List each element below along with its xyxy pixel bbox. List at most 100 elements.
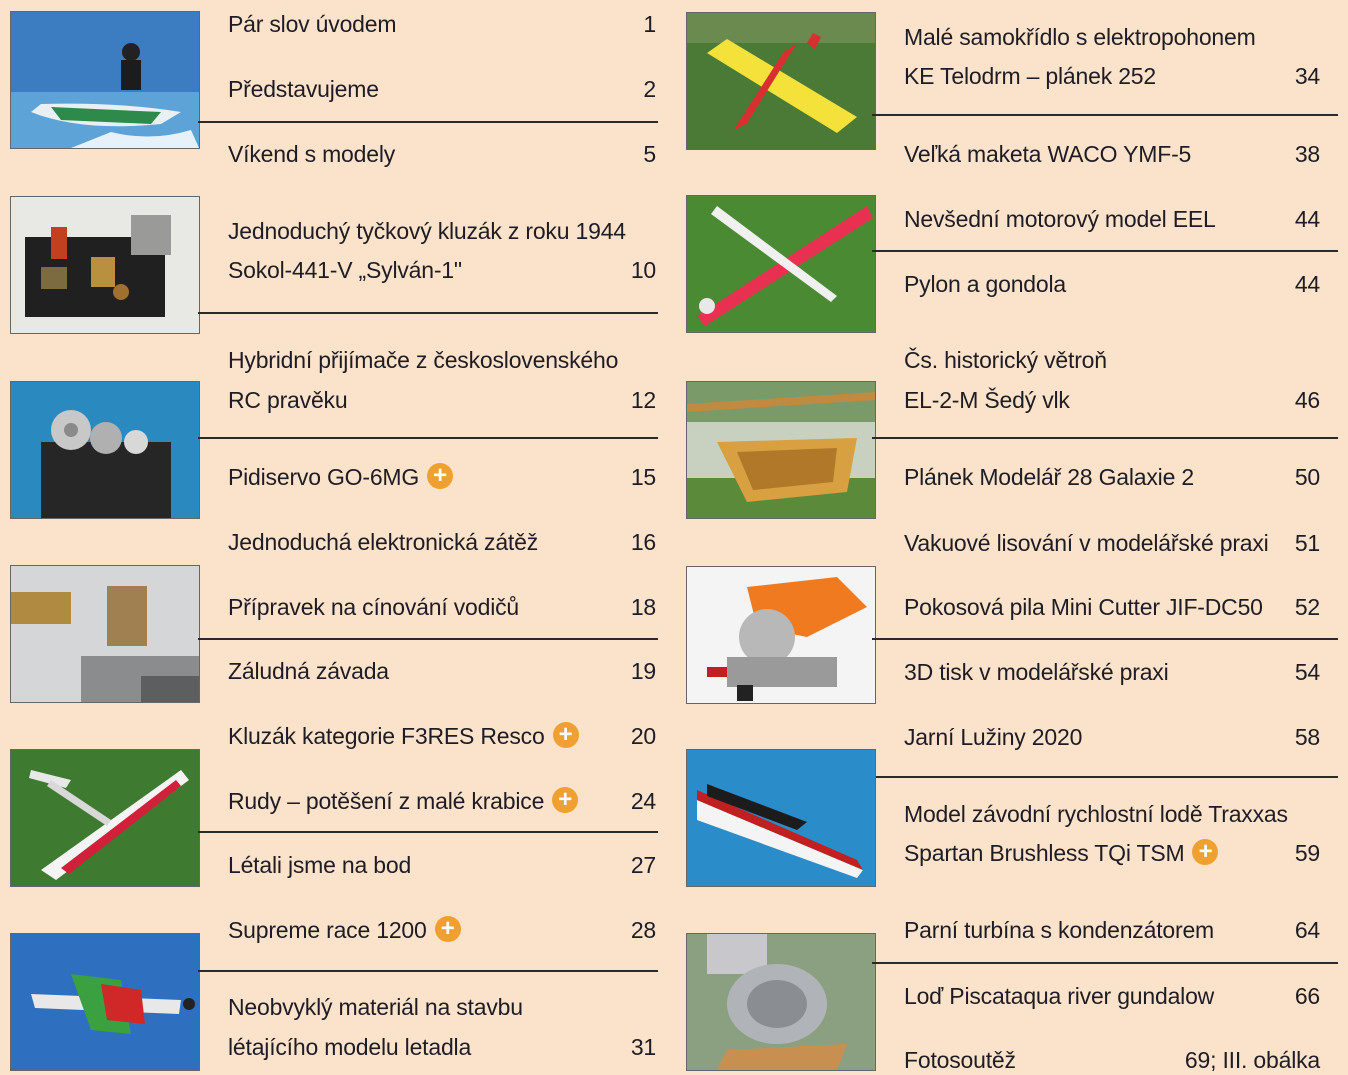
toc-entry[interactable]: Jednoduchá elektronická zátěž 16 <box>228 527 658 557</box>
entry-page: 1 <box>643 11 656 37</box>
toc-entry[interactable]: Jarní Lužiny 2020 58 <box>904 722 1334 752</box>
toc-entry[interactable]: Pár slov úvodem 1 <box>228 9 658 39</box>
entry-title: Fotosoutěž <box>904 1047 1016 1073</box>
entry-page: 28 <box>630 917 656 943</box>
entry-title: Přípravek na cínování vodičů <box>228 594 520 620</box>
entry-page: 38 <box>1294 141 1320 167</box>
toc-entry[interactable]: Přípravek na cínování vodičů 18 <box>228 592 658 622</box>
entry-title: Představujeme <box>228 76 379 102</box>
entry-page: 2 <box>643 76 656 102</box>
toc-entry-continued[interactable]: RC pravěku 12 <box>228 385 658 415</box>
entry-page: 46 <box>1294 387 1320 413</box>
flying-wing-photo <box>686 12 876 150</box>
entry-title: Jednoduchá elektronická zátěž <box>228 529 539 555</box>
toc-entry[interactable]: Veľká maketa WACO YMF-5 38 <box>904 139 1334 169</box>
toc-entry-continued[interactable]: KE Telodrm – plánek 252 34 <box>904 61 1334 91</box>
toc-entry[interactable]: Pokosová pila Mini Cutter JIF-DC50 52 <box>904 592 1334 622</box>
toc-entry[interactable]: 3D tisk v modelářské praxi 54 <box>904 657 1334 687</box>
toc-entry-continued[interactable]: Spartan Brushless TQi TSM + 59 <box>904 838 1334 868</box>
divider <box>198 312 658 314</box>
race-plane-photo <box>10 933 200 1071</box>
plus-icon: + <box>427 463 454 489</box>
entry-page: 19 <box>630 658 656 684</box>
entry-title: Létali jsme na bod <box>228 852 412 878</box>
entry-title: Supreme race 1200 <box>228 917 427 943</box>
toc-entry[interactable]: Model závodní rychlostní lodě Traxxas <box>904 799 1334 829</box>
toc-entry[interactable]: Představujeme 2 <box>228 74 658 104</box>
entry-title: Pylon a gondola <box>904 271 1066 297</box>
toc-entry[interactable]: Hybridní přijímače z československého <box>228 345 658 375</box>
divider <box>872 250 1338 252</box>
entry-page: 20 <box>630 723 656 749</box>
entry-title: Pár slov úvodem <box>228 11 397 37</box>
toc-entry[interactable]: Záludná závada 19 <box>228 656 658 686</box>
entry-title: Plánek Modelář 28 Galaxie 2 <box>904 464 1194 490</box>
entry-page: 44 <box>1294 206 1320 232</box>
servo-photo <box>10 381 200 519</box>
entry-title-line2: KE Telodrm – plánek 252 <box>904 63 1156 89</box>
entry-title-line1: Neobvyklý materiál na stavbu <box>228 994 523 1020</box>
entry-page: 69; III. obálka <box>1184 1047 1320 1073</box>
toc-entry[interactable]: Nevšední motorový model EEL 44 <box>904 204 1334 234</box>
toc-entry[interactable]: Parní turbína s kondenzátorem 64 <box>904 915 1334 945</box>
entry-page: 16 <box>630 529 656 555</box>
receiver-circuit-photo <box>10 196 200 334</box>
toc-entry[interactable]: Jednoduchý tyčkový kluzák z roku 1944 <box>228 216 658 246</box>
entry-title: Veľká maketa WACO YMF-5 <box>904 141 1192 167</box>
entry-title: Víkend s modely <box>228 141 396 167</box>
entry-page: 58 <box>1294 724 1320 750</box>
entry-page: 64 <box>1294 917 1320 943</box>
entry-title-line1: Malé samokřídlo s elektropohonem <box>904 24 1256 50</box>
historic-glider-photo <box>686 381 876 519</box>
toc-entry[interactable]: Loď Piscataqua river gundalow 66 <box>904 981 1334 1011</box>
soldering-jig-photo <box>10 565 200 703</box>
toc-entry[interactable]: Supreme race 1200 + 28 <box>228 915 658 945</box>
table-of-contents: Pár slov úvodem 1 Představujeme 2 Víkend… <box>0 0 1348 1073</box>
divider <box>872 776 1338 778</box>
entry-title: 3D tisk v modelářské praxi <box>904 659 1169 685</box>
entry-page: 34 <box>1294 63 1320 89</box>
toc-entry[interactable]: Pylon a gondola 44 <box>904 269 1334 299</box>
plus-icon: + <box>1192 839 1219 865</box>
entry-page: 24 <box>630 788 656 814</box>
entry-page: 66 <box>1294 983 1320 1009</box>
right-column: Malé samokřídlo s elektropohonem KE Telo… <box>676 0 1348 1073</box>
entry-title: Vakuové lisování v modelářské praxi <box>904 530 1269 556</box>
toc-entry[interactable]: Víkend s modely 5 <box>228 139 658 169</box>
cutter-saw-photo <box>686 566 876 704</box>
toc-entry-continued[interactable]: létajícího modelu letadla 31 <box>228 1032 658 1062</box>
divider <box>198 970 658 972</box>
entry-title-line2: RC pravěku <box>228 387 348 413</box>
entry-page: 27 <box>630 852 656 878</box>
toc-entry-continued[interactable]: EL-2-M Šedý vlk 46 <box>904 385 1334 415</box>
entry-page: 50 <box>1294 464 1320 490</box>
toc-entry-continued[interactable]: Sokol-441-V „Sylván-1" 10 <box>228 255 658 285</box>
entry-page: 52 <box>1294 594 1320 620</box>
toc-entry[interactable]: Neobvyklý materiál na stavbu <box>228 992 658 1022</box>
toc-entry[interactable]: Plánek Modelář 28 Galaxie 2 50 <box>904 462 1334 492</box>
entry-title: Loď Piscataqua river gundalow <box>904 983 1215 1009</box>
toc-entry[interactable]: Vakuové lisování v modelářské praxi 51 <box>904 528 1334 558</box>
divider <box>872 114 1338 116</box>
entry-page: 18 <box>630 594 656 620</box>
entry-title-line1: Jednoduchý tyčkový kluzák z roku 1944 <box>228 218 626 244</box>
entry-title-line2: létajícího modelu letadla <box>228 1034 472 1060</box>
entry-title-line1: Hybridní přijímače z československého <box>228 347 619 373</box>
toc-entry[interactable]: Fotosoutěž 69; III. obálka <box>904 1045 1334 1075</box>
toc-entry[interactable]: Malé samokřídlo s elektropohonem <box>904 22 1334 52</box>
entry-title: Parní turbína s kondenzátorem <box>904 917 1214 943</box>
entry-title-line2: Spartan Brushless TQi TSM <box>904 840 1185 866</box>
entry-title-line1: Model závodní rychlostní lodě Traxxas <box>904 801 1288 827</box>
toc-entry[interactable]: Létali jsme na bod 27 <box>228 850 658 880</box>
steam-turbine-photo <box>686 933 876 1071</box>
entry-page: 5 <box>643 141 656 167</box>
toc-entry[interactable]: Rudy – potěšení z malé krabice + 24 <box>228 786 658 816</box>
toc-entry[interactable]: Čs. historický větroň <box>904 345 1334 375</box>
entry-page: 31 <box>630 1034 656 1060</box>
speedboat-photo <box>686 749 876 887</box>
toc-entry[interactable]: Kluzák kategorie F3RES Resco + 20 <box>228 721 658 751</box>
entry-page: 54 <box>1294 659 1320 685</box>
entry-page: 44 <box>1294 271 1320 297</box>
toc-entry[interactable]: Pidiservo GO-6MG + 15 <box>228 462 658 492</box>
red-glider-photo <box>686 195 876 333</box>
